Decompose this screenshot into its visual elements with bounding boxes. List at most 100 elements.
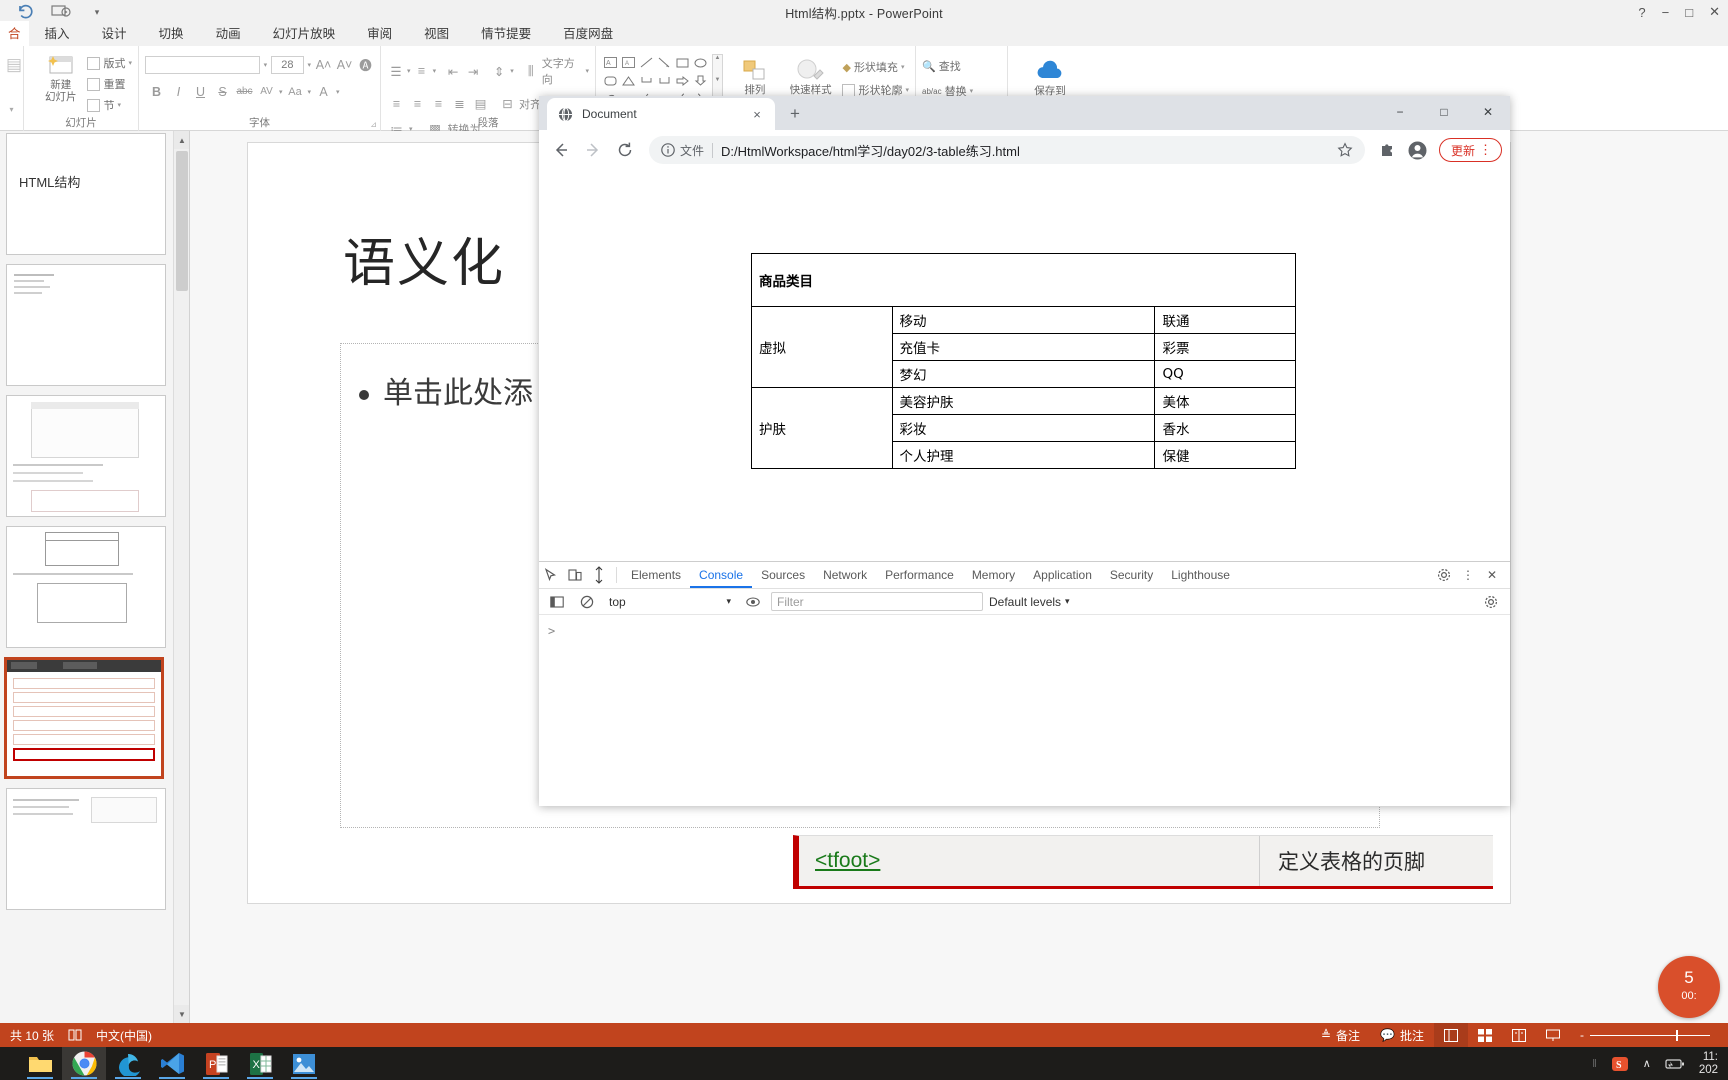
bullets-icon[interactable]: ☰ xyxy=(387,62,405,81)
change-case-chevron-icon[interactable]: ▾ xyxy=(308,88,312,96)
triangle-shape-icon[interactable] xyxy=(620,72,637,89)
line-spacing-icon[interactable]: ⇕ xyxy=(490,62,508,81)
live-expression-icon[interactable] xyxy=(741,589,765,615)
photos-icon[interactable] xyxy=(282,1047,326,1080)
chrome-maximize-button[interactable]: □ xyxy=(1422,96,1466,128)
rounded-rect-shape-icon[interactable] xyxy=(602,72,619,89)
vscode-icon[interactable] xyxy=(150,1047,194,1080)
slide-thumbnail-3[interactable] xyxy=(6,395,166,517)
puzzle-icon[interactable] xyxy=(1375,137,1401,163)
right-arrow-shape-icon[interactable] xyxy=(674,72,691,89)
devtools-tab-memory[interactable]: Memory xyxy=(963,562,1024,588)
bold-button[interactable]: B xyxy=(147,82,166,101)
console-levels-dropdown[interactable]: Default levels ▾ xyxy=(989,595,1070,609)
align-right-icon[interactable]: ≡ xyxy=(429,94,448,113)
strip-scroll-down-icon[interactable]: ▼ xyxy=(174,1005,189,1023)
ribbon-tab-view[interactable]: 视图 xyxy=(408,21,465,46)
page-viewport[interactable]: 商品类目 虚拟 移动 联通 充值卡 彩票 梦幻 QQ 护肤 美容护肤 美体 彩妆… xyxy=(539,170,1510,561)
devtools-tab-security[interactable]: Security xyxy=(1101,562,1162,588)
elbow-connector-icon[interactable] xyxy=(638,72,655,89)
settings-gear-icon[interactable] xyxy=(1432,562,1456,588)
view-slide-sorter-button[interactable] xyxy=(1468,1023,1502,1047)
ribbon-tab-storyboard[interactable]: 情节提要 xyxy=(465,21,547,46)
accessibility-icon[interactable] xyxy=(68,1028,82,1042)
font-family-chevron-icon[interactable]: ▾ xyxy=(264,61,268,69)
battery-icon[interactable] xyxy=(1665,1058,1685,1070)
oval-shape-icon[interactable] xyxy=(692,54,709,71)
devtools-tab-performance[interactable]: Performance xyxy=(876,562,963,588)
slide-thumbnail-5[interactable] xyxy=(4,657,164,779)
columns-icon[interactable]: ▤ xyxy=(471,94,490,113)
slide-thumbnail-1[interactable]: HTML结构 xyxy=(6,133,166,255)
close-icon[interactable]: ✕ xyxy=(1709,4,1720,20)
line-shape-icon[interactable] xyxy=(638,54,655,71)
taskbar-clock[interactable]: 11: 202 xyxy=(1699,1051,1718,1077)
update-chrome-button[interactable]: 更新 ⋮ xyxy=(1438,138,1502,162)
minimize-icon[interactable]: − xyxy=(1662,5,1670,20)
excel-icon[interactable]: X xyxy=(238,1047,282,1080)
ribbon-tab-home[interactable]: 合 xyxy=(0,21,29,46)
devtools-tab-network[interactable]: Network xyxy=(814,562,876,588)
strikethrough-button[interactable]: abc xyxy=(235,82,254,101)
text-direction-label[interactable]: 文字方向 xyxy=(542,55,584,87)
shapes-scroll-up-icon[interactable]: ▲ xyxy=(715,55,721,61)
url-text[interactable]: D:/HtmlWorkspace/html学习/day02/3-table练习.… xyxy=(721,141,1329,160)
console-sidebar-icon[interactable] xyxy=(545,589,569,615)
font-color-chevron-icon[interactable]: ▾ xyxy=(336,88,340,96)
ribbon-tab-transitions[interactable]: 切换 xyxy=(143,21,200,46)
devtools-tab-console[interactable]: Console xyxy=(690,562,752,588)
more-options-icon[interactable]: ⋮ xyxy=(1456,562,1480,588)
powerpoint-window-controls[interactable]: ? − □ ✕ xyxy=(1638,0,1720,24)
decrease-font-size-icon[interactable]: A˅ xyxy=(336,55,353,74)
font-family-input[interactable] xyxy=(145,55,260,74)
person-icon[interactable] xyxy=(1405,137,1431,163)
reload-button[interactable] xyxy=(611,136,639,164)
underline-button[interactable]: U xyxy=(191,82,210,101)
chrome-minimize-button[interactable]: − xyxy=(1378,96,1422,128)
align-left-icon[interactable]: ≡ xyxy=(387,94,406,113)
chrome-tab-close-icon[interactable]: × xyxy=(749,106,765,122)
star-icon[interactable] xyxy=(1337,142,1353,158)
view-normal-button[interactable] xyxy=(1434,1023,1468,1047)
back-button[interactable] xyxy=(547,136,575,164)
file-explorer-icon[interactable] xyxy=(18,1047,62,1080)
forward-button[interactable] xyxy=(579,136,607,164)
language-label[interactable]: 中文(中国) xyxy=(96,1027,152,1044)
ribbon-tab-baidunetdisk[interactable]: 百度网盘 xyxy=(547,21,629,46)
shapes-scroll-down-icon[interactable]: ▼ xyxy=(715,77,721,83)
rectangle-shape-icon[interactable] xyxy=(674,54,691,71)
chrome-new-tab-button[interactable]: + xyxy=(781,100,809,128)
zoom-slider-track[interactable] xyxy=(1590,1029,1710,1041)
shadow-button[interactable]: S xyxy=(213,82,232,101)
save-to-button[interactable]: 保存到 xyxy=(1014,55,1086,97)
arrow-shape-icon[interactable] xyxy=(656,54,673,71)
font-dialog-launcher-icon[interactable]: ⊿ xyxy=(370,120,377,129)
ribbon-tabs[interactable]: 合 插入 设计 切换 动画 幻灯片放映 审阅 视图 情节提要 百度网盘 xyxy=(0,21,1728,46)
elbow-connector2-icon[interactable] xyxy=(656,72,673,89)
notes-button[interactable]: ≜ 备注 xyxy=(1311,1023,1370,1047)
devtools-tab-lighthouse[interactable]: Lighthouse xyxy=(1162,562,1239,588)
font-size-input[interactable]: 28 xyxy=(271,55,304,74)
powerpoint-icon[interactable]: P xyxy=(194,1047,238,1080)
paste-icon[interactable]: ▤ xyxy=(6,49,22,75)
view-reading-button[interactable] xyxy=(1502,1023,1536,1047)
edge-icon[interactable] xyxy=(106,1047,150,1080)
find-button[interactable]: 🔍 查找 xyxy=(922,57,1001,75)
font-color-button[interactable]: A xyxy=(314,82,333,101)
show-hidden-icons-icon[interactable]: ∧ xyxy=(1643,1057,1651,1070)
sogou-input-icon[interactable]: S xyxy=(1611,1055,1629,1073)
device-toolbar-icon[interactable] xyxy=(563,562,587,588)
site-security-chip[interactable]: 文件 xyxy=(661,142,704,159)
align-center-icon[interactable]: ≡ xyxy=(408,94,427,113)
ribbon-tab-insert[interactable]: 插入 xyxy=(29,21,86,46)
zoom-slider-knob[interactable] xyxy=(1676,1029,1678,1041)
slide-thumbnail-2[interactable] xyxy=(6,264,166,386)
ribbon-tab-slideshow[interactable]: 幻灯片放映 xyxy=(257,21,352,46)
devtools-tab-sources[interactable]: Sources xyxy=(752,562,814,588)
floating-clock-widget[interactable]: 5 00: xyxy=(1658,956,1720,1018)
restore-icon[interactable]: □ xyxy=(1685,5,1693,20)
increase-font-size-icon[interactable]: A˄ xyxy=(315,55,332,74)
slide-thumbnail-6[interactable] xyxy=(6,788,166,910)
inspect-icon[interactable] xyxy=(539,562,563,588)
slide-thumbnail-4[interactable] xyxy=(6,526,166,648)
